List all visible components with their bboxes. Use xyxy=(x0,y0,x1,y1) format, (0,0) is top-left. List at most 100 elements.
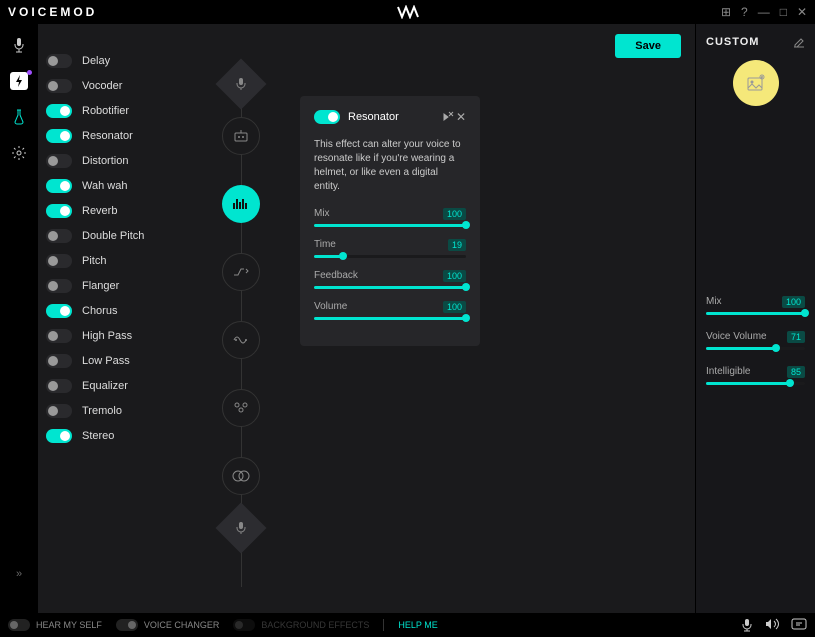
main-area: » Save DelayVocoderRobotifierResonatorDi… xyxy=(0,24,815,613)
chain-node-chorus[interactable] xyxy=(222,389,260,427)
detail-description: This effect can alter your voice to reso… xyxy=(314,138,466,194)
param-slider[interactable] xyxy=(314,255,466,258)
param-label: Mix xyxy=(314,208,330,220)
titlebar: VOICEMOD ⊞ ? — □ ✕ xyxy=(0,0,815,24)
voice-changer-toggle[interactable]: VOICE CHANGER xyxy=(116,619,220,631)
effect-toggle[interactable] xyxy=(46,104,72,118)
effects-list: DelayVocoderRobotifierResonatorDistortio… xyxy=(46,54,186,605)
window-controls: ⊞ ? — □ ✕ xyxy=(721,5,807,19)
chain-node-stereo[interactable] xyxy=(222,457,260,495)
detail-enable-toggle[interactable] xyxy=(314,110,340,124)
effect-toggle[interactable] xyxy=(46,304,72,318)
effect-label: Equalizer xyxy=(82,380,128,392)
effect-label: Delay xyxy=(82,55,110,67)
effect-row-double-pitch: Double Pitch xyxy=(46,229,186,243)
effect-toggle[interactable] xyxy=(46,54,72,68)
custom-slider-label: Intelligible xyxy=(706,366,750,378)
rail-bolt-icon[interactable] xyxy=(10,72,28,90)
bg-effects-label: BACKGROUND EFFECTS xyxy=(261,620,369,630)
custom-avatar[interactable] xyxy=(733,60,779,106)
effect-toggle[interactable] xyxy=(46,154,72,168)
effect-row-stereo: Stereo xyxy=(46,429,186,443)
hear-myself-toggle[interactable]: HEAR MY SELF xyxy=(8,619,102,631)
effect-toggle[interactable] xyxy=(46,79,72,93)
effect-row-wah-wah: Wah wah xyxy=(46,179,186,193)
effect-row-flanger: Flanger xyxy=(46,279,186,293)
gallery-icon[interactable]: ⊞ xyxy=(721,5,731,19)
left-rail: » xyxy=(0,24,38,613)
effect-label: Distortion xyxy=(82,155,128,167)
effect-toggle[interactable] xyxy=(46,179,72,193)
effect-toggle[interactable] xyxy=(46,204,72,218)
bottom-chat-icon[interactable] xyxy=(791,618,807,632)
chain-node-reverb[interactable] xyxy=(222,321,260,359)
bg-effects-toggle[interactable]: BACKGROUND EFFECTS xyxy=(233,619,369,631)
effect-toggle[interactable] xyxy=(46,229,72,243)
param-value: 100 xyxy=(443,208,466,220)
custom-slider[interactable] xyxy=(706,347,805,350)
close-button[interactable]: ✕ xyxy=(797,5,807,19)
rail-mic-icon[interactable] xyxy=(10,36,28,54)
param-label: Time xyxy=(314,239,336,251)
bottom-speaker-icon[interactable] xyxy=(765,618,779,632)
custom-slider[interactable] xyxy=(706,312,805,315)
effect-toggle[interactable] xyxy=(46,404,72,418)
effect-row-reverb: Reverb xyxy=(46,204,186,218)
bottom-mic-icon[interactable] xyxy=(741,618,753,632)
custom-slider[interactable] xyxy=(706,382,805,385)
hear-myself-label: HEAR MY SELF xyxy=(36,620,102,630)
effect-row-distortion: Distortion xyxy=(46,154,186,168)
param-value: 100 xyxy=(443,270,466,282)
param-slider[interactable] xyxy=(314,224,466,227)
param-value: 100 xyxy=(443,301,466,313)
param-mix: Mix 100 xyxy=(314,208,466,227)
help-icon[interactable]: ? xyxy=(741,5,748,19)
effect-row-delay: Delay xyxy=(46,54,186,68)
param-value: 19 xyxy=(448,239,466,251)
param-feedback: Feedback 100 xyxy=(314,270,466,289)
custom-slider-value: 85 xyxy=(787,366,805,378)
chain-input-icon xyxy=(216,59,267,110)
param-label: Volume xyxy=(314,301,347,313)
custom-intelligible: Intelligible 85 xyxy=(706,366,805,385)
effect-toggle[interactable] xyxy=(46,354,72,368)
maximize-button[interactable]: □ xyxy=(780,5,787,19)
rail-expand-icon[interactable]: » xyxy=(10,565,28,583)
effect-label: High Pass xyxy=(82,330,132,342)
effect-detail-panel: Resonator ✕ This effect can alter your v… xyxy=(300,96,480,346)
custom-slider-label: Voice Volume xyxy=(706,331,767,343)
bottom-right-icons xyxy=(741,618,807,632)
rail-lab-icon[interactable] xyxy=(10,108,28,126)
app-brand: VOICEMOD xyxy=(8,5,97,19)
center-column: Save DelayVocoderRobotifierResonatorDist… xyxy=(38,24,695,613)
effect-toggle[interactable] xyxy=(46,254,72,268)
effect-label: Flanger xyxy=(82,280,119,292)
save-button[interactable]: Save xyxy=(615,34,681,58)
edit-icon[interactable] xyxy=(793,36,805,48)
effect-toggle[interactable] xyxy=(46,429,72,443)
chain-node-robotifier[interactable] xyxy=(222,117,260,155)
effect-toggle[interactable] xyxy=(46,379,72,393)
help-link[interactable]: HELP ME xyxy=(398,620,437,630)
effect-label: Tremolo xyxy=(82,405,122,417)
effect-row-resonator: Resonator xyxy=(46,129,186,143)
effect-row-equalizer: Equalizer xyxy=(46,379,186,393)
rail-settings-icon[interactable] xyxy=(10,144,28,162)
bottom-bar: HEAR MY SELF VOICE CHANGER BACKGROUND EF… xyxy=(0,613,815,637)
chain-node-wahwah[interactable] xyxy=(222,253,260,291)
effect-toggle[interactable] xyxy=(46,129,72,143)
custom-mix: Mix100 xyxy=(706,296,805,315)
minimize-button[interactable]: — xyxy=(758,5,770,19)
effect-row-vocoder: Vocoder xyxy=(46,79,186,93)
param-label: Feedback xyxy=(314,270,358,282)
effect-toggle[interactable] xyxy=(46,329,72,343)
chain-node-resonator[interactable] xyxy=(222,185,260,223)
param-slider[interactable] xyxy=(314,317,466,320)
detail-close-button[interactable]: ✕ xyxy=(442,110,466,124)
effect-row-tremolo: Tremolo xyxy=(46,404,186,418)
param-volume: Volume 100 xyxy=(314,301,466,320)
param-slider[interactable] xyxy=(314,286,466,289)
effect-label: Double Pitch xyxy=(82,230,144,242)
effect-toggle[interactable] xyxy=(46,279,72,293)
custom-title: CUSTOM xyxy=(706,36,759,48)
